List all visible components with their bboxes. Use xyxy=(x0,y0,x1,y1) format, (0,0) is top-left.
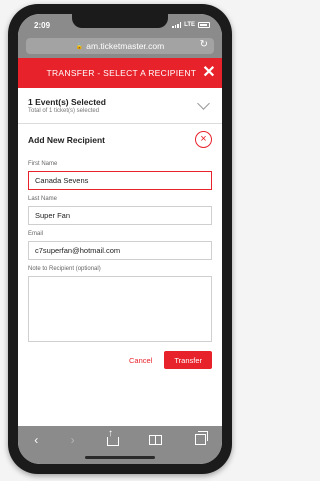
signal-icon xyxy=(172,22,182,28)
recipient-title: Add New Recipient xyxy=(28,134,105,145)
last-name-field[interactable]: Super Fan xyxy=(28,206,212,225)
tabs-icon[interactable] xyxy=(194,431,208,445)
note-label: Note to Recipient (optional) xyxy=(28,266,101,272)
url-text: am.ticketmaster.com xyxy=(86,41,165,51)
transfer-button[interactable]: Transfer xyxy=(164,351,212,369)
reload-icon[interactable]: ↻ xyxy=(200,39,208,50)
email-field[interactable]: c7superfan@hotmail.com xyxy=(28,241,212,260)
remove-recipient-icon[interactable]: × xyxy=(195,131,212,148)
chevron-down-icon[interactable] xyxy=(197,96,210,110)
recipient-form: Add New Recipient × First Name Canada Se… xyxy=(18,124,222,369)
first-name-label: First Name xyxy=(28,161,58,167)
status-icons: LTE xyxy=(172,22,210,28)
back-icon[interactable]: ‹ xyxy=(34,433,38,447)
recipient-header: Add New Recipient × xyxy=(28,124,212,155)
forward-icon[interactable]: › xyxy=(71,433,75,447)
phone-frame: 2:09 LTE 🔒 am.ticketmaster.com ↻ TRANSFE… xyxy=(8,4,232,474)
address-bar[interactable]: 🔒 am.ticketmaster.com ↻ xyxy=(26,38,214,54)
bookmarks-icon[interactable] xyxy=(149,435,163,445)
page-title: TRANSFER - SELECT A RECIPIENT xyxy=(46,68,197,78)
form-actions: Cancel Transfer xyxy=(28,351,212,369)
email-label: Email xyxy=(28,231,44,237)
battery-icon xyxy=(198,22,210,28)
status-time: 2:09 xyxy=(34,20,51,30)
phone-notch xyxy=(72,14,168,28)
last-name-label: Last Name xyxy=(28,196,58,202)
network-label: LTE xyxy=(184,22,195,28)
lock-icon: 🔒 xyxy=(75,43,84,50)
events-title: 1 Event(s) Selected xyxy=(28,97,106,107)
home-indicator[interactable] xyxy=(85,456,155,459)
close-icon[interactable]: ✕ xyxy=(202,65,216,81)
phone-screen: 2:09 LTE 🔒 am.ticketmaster.com ↻ TRANSFE… xyxy=(18,14,222,464)
events-subtitle: Total of 1 ticket(s) selected xyxy=(28,108,100,114)
note-textarea[interactable] xyxy=(28,276,212,342)
events-selector[interactable]: 1 Event(s) Selected Total of 1 ticket(s)… xyxy=(18,88,222,124)
cancel-button[interactable]: Cancel xyxy=(129,356,152,365)
browser-address-area: 🔒 am.ticketmaster.com ↻ xyxy=(18,36,222,58)
transfer-header: TRANSFER - SELECT A RECIPIENT ✕ xyxy=(18,58,222,88)
first-name-field[interactable]: Canada Sevens xyxy=(28,171,212,190)
share-icon[interactable] xyxy=(106,428,119,446)
events-summary: 1 Event(s) Selected Total of 1 ticket(s)… xyxy=(28,97,106,114)
